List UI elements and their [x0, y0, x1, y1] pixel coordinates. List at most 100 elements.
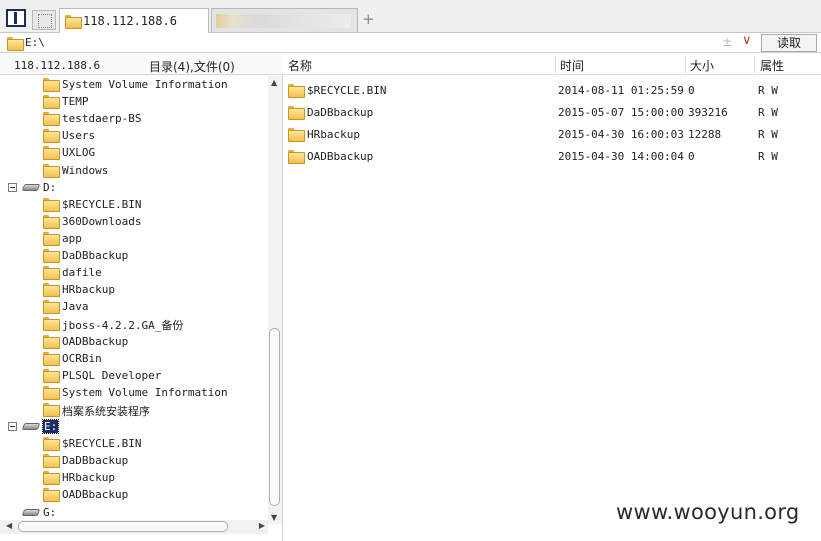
file-size: 0: [688, 84, 695, 97]
folder-icon: [288, 128, 305, 142]
file-name: DaDBbackup: [307, 106, 374, 119]
tree-item-label: OCRBin: [62, 351, 102, 365]
tree-folder-item[interactable]: Users: [0, 127, 268, 144]
tree-horizontal-scrollbar[interactable]: ◀ ▶: [0, 520, 268, 534]
scroll-left-icon[interactable]: ◀: [6, 521, 12, 530]
address-bar: E:\ ± ∨ 读取: [0, 33, 821, 53]
directory-summary: 目录(4),文件(0): [149, 60, 235, 74]
tree-item-label: DaDBbackup: [62, 454, 129, 468]
folder-icon: [43, 249, 60, 263]
tree-item-label: dafile: [62, 266, 102, 280]
tree-folder-item[interactable]: app: [0, 230, 268, 247]
folder-icon: [43, 317, 60, 332]
tree-drive-item[interactable]: E:: [0, 418, 268, 435]
file-time: 2015-04-30 16:00:03: [558, 128, 684, 141]
scroll-down-icon[interactable]: ▼: [271, 513, 277, 522]
panel-toggle-icon[interactable]: [6, 9, 26, 27]
tree-folder-item[interactable]: testdaerp-BS: [0, 110, 268, 127]
drive-icon: [21, 508, 41, 516]
tree-drive-item[interactable]: D:: [0, 179, 268, 196]
column-header-time[interactable]: 时间: [560, 57, 584, 74]
column-header-name[interactable]: 名称: [288, 57, 312, 74]
drive-icon: [21, 423, 41, 430]
tree-folder-item[interactable]: 档案系统安装程序: [0, 401, 268, 418]
scroll-up-icon[interactable]: ▲: [271, 78, 277, 87]
folder-icon: [43, 368, 60, 383]
tree-header: 118.112.188.6 目录(4),文件(0): [0, 54, 283, 75]
column-divider[interactable]: [685, 56, 686, 73]
folder-icon: [43, 385, 60, 400]
file-row[interactable]: HRbackup 2015-04-30 16:00:03 12288 R W: [284, 123, 821, 145]
tree-folder-item[interactable]: dafile: [0, 264, 268, 281]
collapse-icon[interactable]: [8, 422, 17, 431]
tree-folder-item[interactable]: jboss-4.2.2.GA_备份: [0, 315, 268, 332]
tab-blurred[interactable]: [211, 8, 358, 32]
folder-icon: [43, 351, 60, 366]
scroll-thumb[interactable]: [18, 521, 228, 532]
tree-folder-item[interactable]: OADBbackup: [0, 486, 268, 503]
tree-folder-item[interactable]: $RECYCLE.BIN: [0, 435, 268, 452]
file-row[interactable]: OADBbackup 2015-04-30 14:00:04 0 R W: [284, 145, 821, 167]
tree-drive-item[interactable]: G:: [0, 504, 268, 521]
host-label: 118.112.188.6: [14, 59, 101, 72]
tree-folder-item[interactable]: OCRBin: [0, 350, 268, 367]
scroll-right-icon[interactable]: ▶: [259, 521, 265, 530]
tree-folder-item[interactable]: System Volume Information: [0, 76, 268, 93]
tree-folder-item[interactable]: $RECYCLE.BIN: [0, 196, 268, 213]
tree-folder-item[interactable]: UXLOG: [0, 144, 268, 161]
tab-active-host[interactable]: 118.112.188.6: [59, 8, 209, 34]
collapse-icon[interactable]: [8, 182, 17, 192]
tree-item-label: $RECYCLE.BIN: [62, 197, 142, 211]
tree-folder-item[interactable]: HRbackup: [0, 469, 268, 486]
tree-folder-item[interactable]: HRbackup: [0, 281, 268, 298]
tree-item-label: app: [62, 231, 82, 245]
blurred-tab-label: [216, 14, 351, 28]
tree-item-label: $RECYCLE.BIN: [62, 437, 142, 451]
file-size: 12288: [688, 128, 722, 141]
blank-tab-icon[interactable]: [32, 10, 56, 30]
tree-folder-item[interactable]: DaDBbackup: [0, 247, 268, 264]
tab-bar: 118.112.188.6 +: [0, 0, 821, 34]
tree-folder-item[interactable]: Windows: [0, 162, 268, 179]
tree-item-label: OADBbackup: [62, 334, 129, 348]
column-header-attr[interactable]: 属性: [760, 57, 784, 74]
folder-icon: [288, 84, 305, 98]
tree-item-label: jboss-4.2.2.GA_备份: [62, 319, 184, 333]
scroll-thumb[interactable]: [269, 328, 280, 506]
file-size: 393216: [688, 106, 728, 119]
folder-icon: [65, 15, 82, 29]
clear-icon[interactable]: ±: [722, 35, 732, 49]
tree-folder-item[interactable]: Java: [0, 298, 268, 315]
address-input[interactable]: E:\: [25, 36, 45, 49]
file-attr: R W: [758, 128, 778, 141]
folder-icon: [43, 95, 60, 110]
folder-icon: [43, 402, 60, 417]
tree-item-label: System Volume Information: [62, 385, 228, 399]
column-header-size[interactable]: 大小: [690, 57, 714, 74]
folder-icon: [43, 129, 60, 144]
folder-icon: [43, 300, 60, 315]
tree-folder-item[interactable]: 360Downloads: [0, 213, 268, 230]
tree-item-label: TEMP: [62, 95, 89, 109]
folder-icon: [43, 78, 60, 92]
tree-item-label: System Volume Information: [62, 78, 228, 91]
new-tab-button[interactable]: +: [362, 10, 375, 28]
read-button[interactable]: 读取: [761, 34, 817, 52]
chevron-down-icon[interactable]: ∨: [742, 33, 752, 48]
tree-item-label: testdaerp-BS: [62, 112, 142, 126]
file-row[interactable]: $RECYCLE.BIN 2014-08-11 01:25:59 0 R W: [284, 79, 821, 101]
drive-icon: [21, 183, 41, 191]
folder-icon: [43, 437, 60, 452]
column-divider[interactable]: [754, 56, 755, 73]
folder-icon: [7, 37, 24, 51]
tree-item-label: HRbackup: [62, 283, 115, 297]
file-row[interactable]: DaDBbackup 2015-05-07 15:00:00 393216 R W: [284, 101, 821, 123]
tree-folder-item[interactable]: OADBbackup: [0, 333, 268, 350]
tree-folder-item[interactable]: DaDBbackup: [0, 452, 268, 469]
tree-vertical-scrollbar[interactable]: ▲ ▼: [268, 76, 282, 524]
tree-folder-item[interactable]: PLSQL Developer: [0, 367, 268, 384]
tree-folder-item[interactable]: TEMP: [0, 93, 268, 110]
column-divider[interactable]: [555, 56, 556, 73]
tree-folder-item[interactable]: System Volume Information: [0, 384, 268, 401]
tree-item-label: Users: [62, 129, 96, 143]
